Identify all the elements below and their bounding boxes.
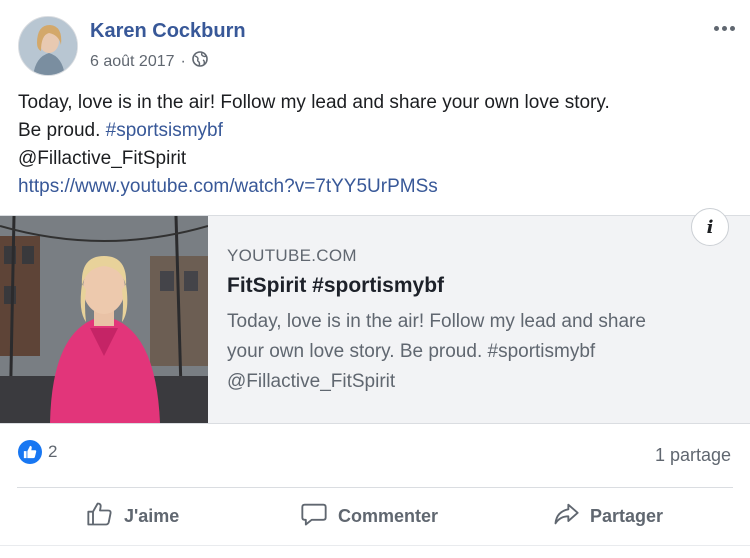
link-description-line: @Fillactive_FitSpirit bbox=[227, 371, 396, 392]
link-description: Today, love is in the air! Follow my lea… bbox=[227, 307, 737, 397]
link-preview[interactable]: YOUTUBE.COM FitSpirit #sportismybf Today… bbox=[0, 215, 750, 424]
like-label: J'aime bbox=[124, 505, 180, 526]
thumbs-up-icon bbox=[18, 440, 42, 464]
link-description-line: your own love story. Be proud. #sportism… bbox=[227, 341, 596, 362]
share-arrow-icon bbox=[552, 500, 580, 533]
comment-button[interactable]: Commenter bbox=[300, 498, 438, 534]
share-label: Partager bbox=[590, 505, 664, 526]
comment-label: Commenter bbox=[338, 505, 439, 526]
reaction-count: 2 bbox=[48, 442, 58, 461]
globe-icon[interactable] bbox=[192, 51, 208, 72]
hashtag-link[interactable]: #sportsismybf bbox=[106, 120, 223, 141]
share-button[interactable]: Partager bbox=[552, 498, 663, 534]
speech-bubble-icon bbox=[300, 500, 328, 533]
avatar[interactable] bbox=[18, 16, 78, 76]
reactions-summary[interactable]: 2 bbox=[18, 440, 57, 464]
meta-separator: · bbox=[180, 52, 186, 70]
share-count[interactable]: 1 partage bbox=[655, 445, 731, 466]
video-thumbnail[interactable] bbox=[0, 216, 208, 423]
post-meta: 6 août 2017 · bbox=[90, 51, 208, 72]
like-button[interactable]: J'aime bbox=[86, 498, 179, 534]
link-domain: YOUTUBE.COM bbox=[227, 246, 357, 265]
post-text-fragment: Be proud. bbox=[18, 120, 106, 141]
info-button[interactable]: i bbox=[691, 208, 729, 246]
mention-text: @Fillactive_FitSpirit bbox=[18, 148, 187, 169]
more-options-icon[interactable] bbox=[712, 16, 736, 40]
card-bottom-border bbox=[0, 545, 750, 546]
action-bar: J'aime Commenter Partager bbox=[0, 498, 750, 534]
facebook-post-card: Karen Cockburn 6 août 2017 · Today, love… bbox=[0, 0, 750, 558]
post-text-line: Today, love is in the air! Follow my lea… bbox=[18, 92, 610, 113]
post-text-line: Be proud. #sportsismybf bbox=[18, 117, 738, 145]
divider bbox=[17, 487, 733, 488]
avatar-photo bbox=[19, 17, 77, 75]
post-text: Today, love is in the air! Follow my lea… bbox=[18, 89, 738, 201]
link-description-line: Today, love is in the air! Follow my lea… bbox=[227, 311, 646, 332]
post-date[interactable]: 6 août 2017 bbox=[90, 53, 175, 71]
youtube-url-link[interactable]: https://www.youtube.com/watch?v=7tYY5UrP… bbox=[18, 176, 438, 197]
thumbs-up-outline-icon bbox=[86, 500, 114, 533]
link-title[interactable]: FitSpirit #sportismybf bbox=[227, 274, 444, 298]
author-name[interactable]: Karen Cockburn bbox=[90, 20, 246, 43]
